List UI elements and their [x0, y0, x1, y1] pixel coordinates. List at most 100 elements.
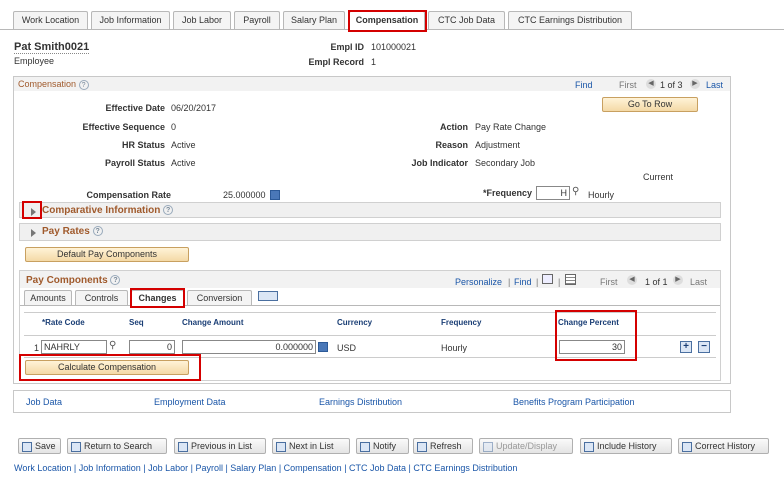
next-in-list-button[interactable]: Next in List — [272, 438, 350, 454]
subtab-changes[interactable]: Changes — [131, 290, 184, 306]
effective-date-value: 06/20/2017 — [171, 103, 217, 113]
rate-code-lookup-icon[interactable]: ⚲ — [109, 340, 116, 351]
pc-prev-icon[interactable]: ◀ — [627, 275, 637, 285]
effective-seq-value: 0 — [171, 122, 177, 132]
pc-last-link[interactable]: Last — [690, 277, 707, 287]
col-frequency: Frequency — [441, 318, 482, 327]
pay-rates-title[interactable]: Pay Rates ? — [42, 226, 103, 237]
refresh-icon — [417, 441, 427, 452]
calculator-icon[interactable] — [318, 342, 328, 352]
job-data-link[interactable]: Job Data — [26, 397, 62, 407]
help-icon[interactable]: ? — [163, 205, 174, 216]
tab-compensation[interactable]: Compensation — [349, 11, 425, 30]
col-rate-code: *Rate Code — [42, 318, 85, 327]
seq-input[interactable]: 0 — [129, 340, 175, 354]
comp-first-link[interactable]: First — [619, 80, 637, 90]
col-currency: Currency — [337, 318, 373, 327]
add-row-icon[interactable]: + — [680, 341, 692, 353]
compensation-title: Compensation ? — [18, 79, 89, 90]
tab-job-labor[interactable]: Job Labor — [173, 11, 231, 29]
currency-value: USD — [337, 343, 357, 353]
pc-find-link[interactable]: Find — [514, 277, 532, 287]
comparative-expand-icon[interactable] — [31, 206, 36, 216]
delete-row-icon[interactable]: − — [698, 341, 710, 353]
job-indicator-value: Secondary Job — [475, 158, 536, 168]
subtab-controls[interactable]: Controls — [75, 290, 128, 305]
job-indicator-label: Job Indicator — [411, 158, 468, 168]
show-all-columns-icon[interactable] — [258, 291, 278, 301]
return-to-search-button[interactable]: Return to Search — [67, 438, 167, 454]
tab-salary-plan[interactable]: Salary Plan — [283, 11, 345, 29]
personalize-link[interactable]: Personalize — [455, 277, 502, 287]
rate-code-input[interactable]: NAHRLY — [41, 340, 107, 354]
tab-ctc-earnings-distribution[interactable]: CTC Earnings Distribution — [508, 11, 632, 29]
empl-id-label: Empl ID — [330, 42, 364, 52]
pay-rates-section[interactable] — [19, 223, 721, 241]
hr-status-value: Active — [171, 140, 196, 150]
pc-first-link[interactable]: First — [600, 277, 618, 287]
tab-ctc-job-data[interactable]: CTC Job Data — [428, 11, 505, 29]
benefits-program-link[interactable]: Benefits Program Participation — [513, 397, 635, 407]
comp-prev-icon[interactable]: ◀ — [646, 79, 656, 89]
calculate-compensation-button[interactable]: Calculate Compensation — [25, 360, 189, 375]
return-icon — [71, 441, 81, 452]
current-label: Current — [643, 172, 674, 182]
empl-id-value: 101000021 — [371, 42, 417, 52]
comparative-title[interactable]: Comparative Information ? — [42, 205, 174, 216]
divider: | — [558, 277, 561, 287]
pc-next-icon[interactable]: ▶ — [673, 275, 683, 285]
tab-job-information[interactable]: Job Information — [91, 11, 170, 29]
employee-name: Pat Smith0021 — [14, 41, 90, 54]
go-to-row-button[interactable]: Go To Row — [602, 97, 698, 112]
reason-label: Reason — [435, 140, 468, 150]
comp-rate-value: 25.000000 — [223, 190, 266, 200]
comp-next-icon[interactable]: ▶ — [690, 79, 700, 89]
employment-data-link[interactable]: Employment Data — [154, 397, 226, 407]
save-button[interactable]: Save — [18, 438, 61, 454]
help-icon[interactable]: ? — [78, 79, 89, 90]
tab-payroll[interactable]: Payroll — [234, 11, 280, 29]
subtab-line — [20, 305, 720, 306]
tab-work-location[interactable]: Work Location — [13, 11, 88, 29]
help-icon[interactable]: ? — [92, 226, 103, 237]
subtab-amounts[interactable]: Amounts — [24, 290, 72, 305]
frequency-lookup-icon[interactable]: ⚲ — [572, 186, 579, 197]
frequency-input[interactable]: H — [536, 186, 570, 200]
help-icon[interactable]: ? — [110, 275, 121, 286]
refresh-button[interactable]: Refresh — [413, 438, 473, 454]
update-display-button[interactable]: Update/Display — [479, 438, 573, 454]
comp-find-link[interactable]: Find — [575, 80, 593, 90]
divider: | — [508, 277, 511, 287]
frequency-label: *Frequency — [482, 188, 532, 198]
notify-button[interactable]: Notify — [356, 438, 409, 454]
view-all-icon[interactable] — [542, 274, 553, 284]
comp-counter: 1 of 3 — [660, 80, 683, 90]
calculator-icon[interactable] — [270, 190, 280, 200]
footer-links[interactable]: Work Location | Job Information | Job La… — [14, 463, 517, 473]
download-icon[interactable] — [565, 274, 576, 285]
comp-last-link[interactable]: Last — [706, 80, 723, 90]
include-history-icon — [584, 441, 594, 452]
empl-record-label: Empl Record — [308, 57, 364, 67]
earnings-distribution-link[interactable]: Earnings Distribution — [319, 397, 402, 407]
save-icon — [22, 441, 32, 452]
previous-icon — [178, 441, 188, 452]
change-percent-input[interactable]: 30 — [559, 340, 625, 354]
change-amount-input[interactable]: 0.000000 — [182, 340, 316, 354]
previous-in-list-button[interactable]: Previous in List — [174, 438, 266, 454]
empl-record-value: 1 — [371, 57, 377, 67]
update-icon — [483, 441, 493, 452]
pay-rates-expand-icon[interactable] — [31, 227, 36, 237]
col-change-amount: Change Amount — [182, 318, 244, 327]
payroll-status-value: Active — [171, 158, 196, 168]
include-history-button[interactable]: Include History — [580, 438, 672, 454]
payroll-status-label: Payroll Status — [104, 158, 165, 168]
correct-history-button[interactable]: Correct History — [678, 438, 769, 454]
notify-icon — [360, 441, 370, 452]
action-label: Action — [440, 122, 468, 132]
frequency-desc: Hourly — [588, 190, 615, 200]
pc-counter: 1 of 1 — [645, 277, 668, 287]
default-pay-components-button[interactable]: Default Pay Components — [25, 247, 189, 262]
subtab-conversion[interactable]: Conversion — [187, 290, 252, 305]
comp-rate-label: Compensation Rate — [86, 190, 171, 200]
